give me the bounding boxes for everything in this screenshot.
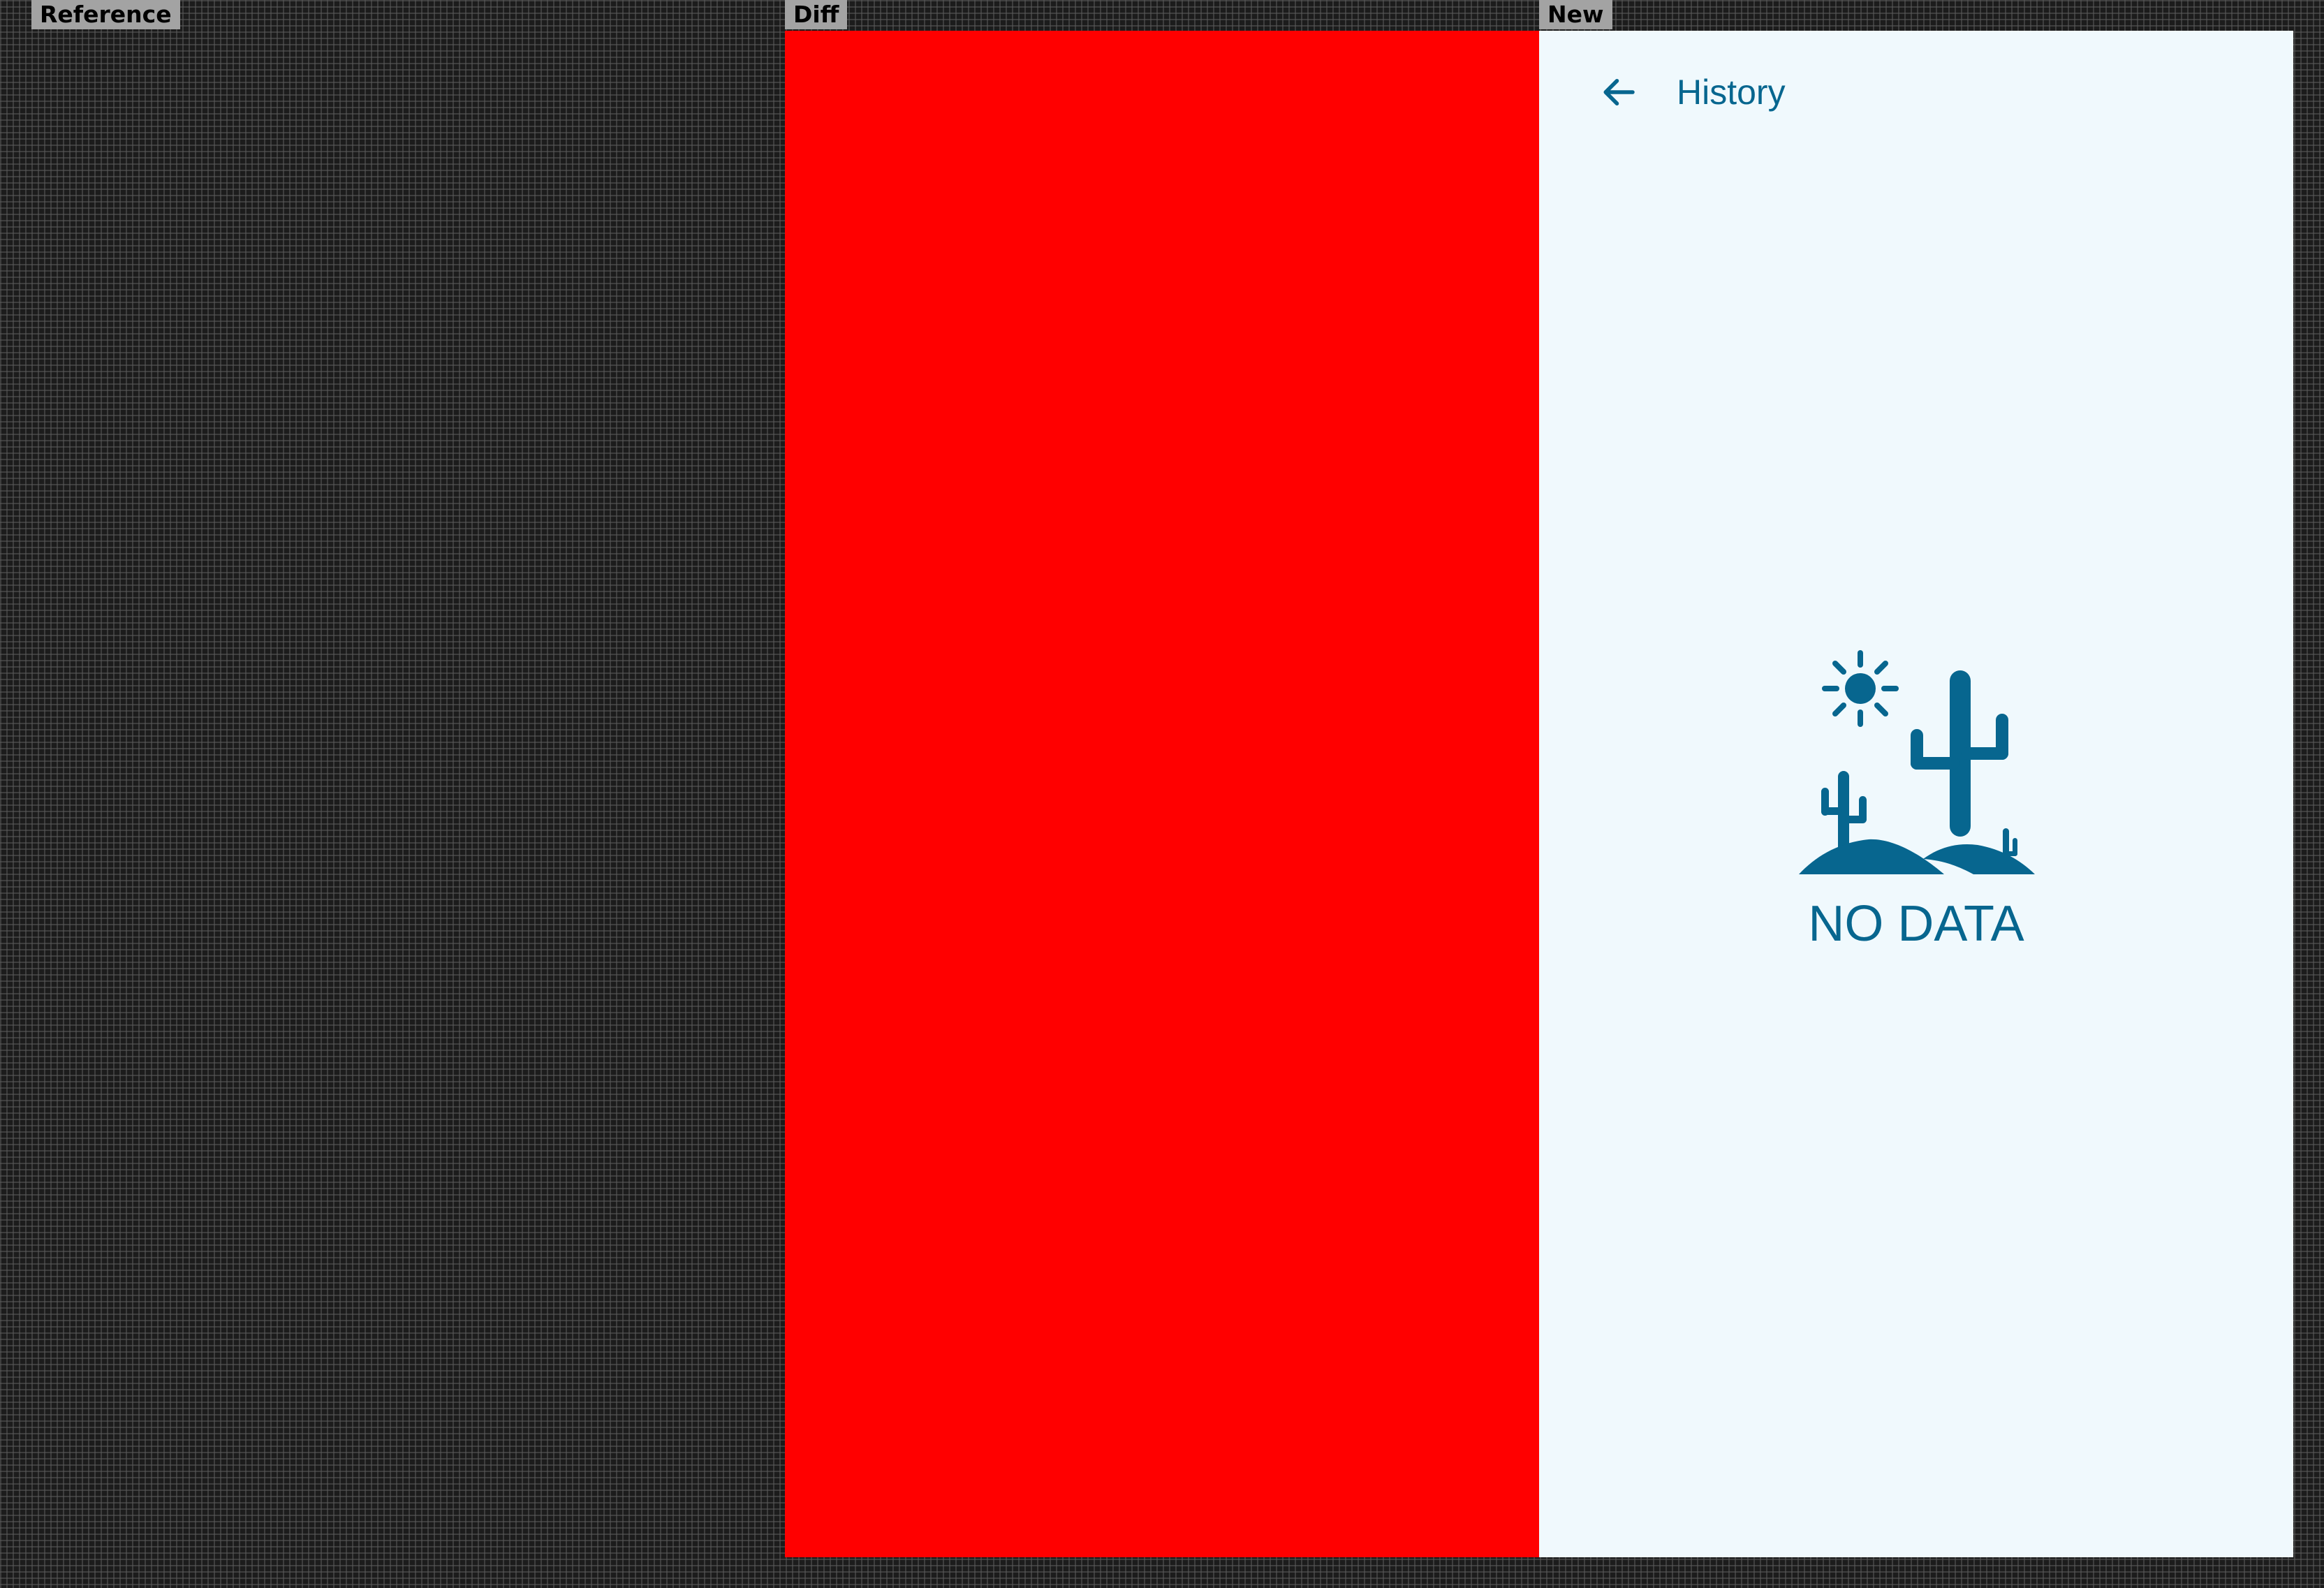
desert-cactus-icon bbox=[1799, 650, 2035, 874]
no-data-message: NO DATA bbox=[1808, 896, 2024, 952]
diff-panel bbox=[785, 31, 1539, 1557]
cactus-large bbox=[1911, 670, 2008, 837]
new-screenshot-panel: History NO DATA bbox=[1539, 31, 2293, 1557]
sun-icon bbox=[1822, 650, 1899, 727]
page-title: History bbox=[1677, 73, 1786, 112]
diff-panel-label: Diff bbox=[785, 0, 848, 29]
back-button[interactable] bbox=[1588, 61, 1649, 123]
arrow-left-icon bbox=[1603, 79, 1635, 105]
app-bar: History bbox=[1539, 31, 2293, 154]
reference-panel-label: Reference bbox=[31, 0, 180, 29]
dune-right bbox=[1923, 844, 2035, 874]
new-panel-label: New bbox=[1539, 0, 1612, 29]
dune-left bbox=[1799, 839, 1944, 874]
